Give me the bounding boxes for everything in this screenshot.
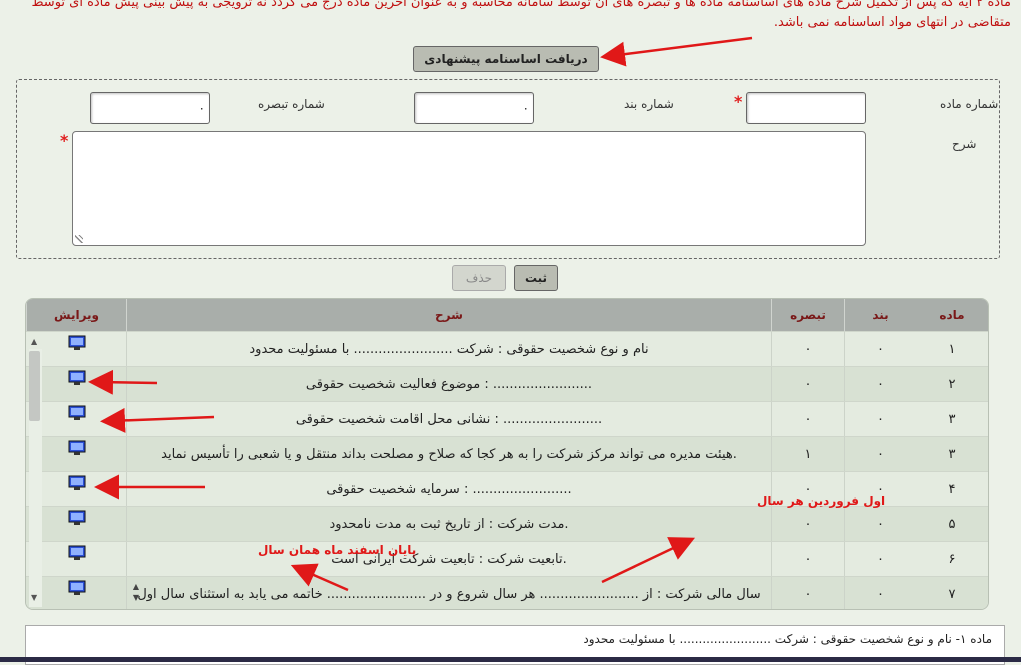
- row-note: ۰: [771, 332, 844, 367]
- column-header-article[interactable]: ماده: [916, 299, 988, 331]
- scroll-down-icon[interactable]: ▼: [31, 593, 37, 602]
- column-header-clause[interactable]: بند: [844, 299, 916, 331]
- edit-icon[interactable]: [68, 440, 86, 456]
- row-article: ۱: [948, 342, 956, 357]
- row-description: هیئت مدیره می تواند مرکز شرکت را به هر ک…: [161, 447, 737, 462]
- row-note: ۰: [771, 367, 844, 402]
- table-row[interactable]: نشانی محل اقامت شخصیت حقوقی : ..........…: [26, 401, 988, 437]
- row-description: نشانی محل اقامت شخصیت حقوقی : ..........…: [295, 412, 603, 427]
- row-clause: ۰: [844, 542, 916, 577]
- row-note: ۰: [771, 577, 844, 609]
- description-label: شرح: [952, 137, 977, 151]
- row-clause: ۰: [844, 402, 916, 437]
- clause-number-input[interactable]: ۰: [414, 92, 534, 124]
- table-row[interactable]: سال مالی شرکت : از .....................…: [26, 576, 988, 609]
- row-article: ۶: [948, 552, 956, 567]
- row-clause: ۰: [844, 332, 916, 367]
- row-description: نام و نوع شخصیت حقوقی : شرکت ...........…: [249, 342, 649, 357]
- required-mark: *: [60, 131, 69, 150]
- scroll-up-icon[interactable]: ▲: [31, 337, 37, 346]
- get-proposed-articles-button[interactable]: دریافت اساسنامه پیشنهادی: [413, 46, 599, 72]
- row-description: سال مالی شرکت : از .....................…: [137, 587, 761, 602]
- note-number-input[interactable]: ۰: [90, 92, 210, 124]
- edit-icon[interactable]: [68, 510, 86, 526]
- required-mark: *: [734, 92, 743, 111]
- row-clause: ۰: [844, 577, 916, 609]
- row-description: مدت شرکت : از تاریخ ثبت به مدت نامحدود.: [329, 517, 569, 532]
- row-article: ۳: [948, 447, 956, 462]
- edit-icon[interactable]: [68, 580, 86, 596]
- row-note: ۱: [771, 437, 844, 472]
- column-header-note[interactable]: تبصره: [771, 299, 844, 331]
- edit-icon[interactable]: [68, 545, 86, 561]
- row-article: ۲: [948, 377, 956, 392]
- row-description: سرمایه شخصیت حقوقی : ...................…: [326, 482, 572, 497]
- description-textarea[interactable]: [72, 131, 866, 246]
- row-article: ۷: [948, 587, 956, 602]
- edit-icon[interactable]: [68, 335, 86, 351]
- row-article: ۵: [948, 517, 956, 532]
- row-description: موضوع فعالیت شخصیت حقوقی : .............…: [305, 377, 593, 392]
- edit-icon[interactable]: [68, 475, 86, 491]
- row-article: ۴: [948, 482, 956, 497]
- column-header-description[interactable]: شرح: [126, 299, 771, 331]
- clause-number-label: شماره بند: [624, 97, 674, 111]
- row-clause: ۰: [844, 507, 916, 542]
- submit-button[interactable]: ثبت: [514, 265, 558, 291]
- row-note: ۰: [771, 402, 844, 437]
- table-row[interactable]: موضوع فعالیت شخصیت حقوقی : .............…: [26, 366, 988, 402]
- grid-header: ویرایش شرح تبصره بند ماده: [26, 299, 988, 331]
- instruction-notice: ماده ۲ آیه که پس از تکمیل شرح ماده های ا…: [11, 0, 1011, 40]
- row-spinner-icon[interactable]: ▲ ▼: [130, 581, 142, 605]
- column-header-edit[interactable]: ویرایش: [26, 299, 126, 331]
- table-row[interactable]: نام و نوع شخصیت حقوقی : شرکت ...........…: [26, 331, 988, 367]
- note-number-label: شماره تبصره: [258, 97, 325, 111]
- annotation-end-esfand: پایان اسفند ماه همان سال: [258, 543, 417, 557]
- row-clause: ۰: [844, 437, 916, 472]
- articles-grid: ویرایش شرح تبصره بند ماده نام و نوع شخصی…: [25, 298, 989, 610]
- arrow-icon: [600, 36, 753, 67]
- table-row[interactable]: هیئت مدیره می تواند مرکز شرکت را به هر ک…: [26, 436, 988, 472]
- article-preview-text: ماده ۱- نام و نوع شخصیت حقوقی : شرکت ...…: [583, 632, 992, 646]
- delete-button[interactable]: حذف: [452, 265, 506, 291]
- row-article: ۳: [948, 412, 956, 427]
- annotation-first-farvardin: اول فروردین هر سال: [757, 494, 886, 508]
- table-row[interactable]: مدت شرکت : از تاریخ ثبت به مدت نامحدود. …: [26, 506, 988, 542]
- resize-grip-icon[interactable]: [75, 235, 83, 243]
- row-note: ۰: [771, 507, 844, 542]
- notice-line-1: ماده ۲ آیه که پس از تکمیل شرح ماده های ا…: [31, 0, 1011, 10]
- row-clause: ۰: [844, 367, 916, 402]
- notice-line-2: متقاضی در انتهای مواد اساسنامه نمی باشد.: [773, 15, 1011, 30]
- article-number-label: شماره ماده: [940, 97, 999, 111]
- row-note: ۰: [771, 542, 844, 577]
- table-row[interactable]: تابعیت شرکت : تابعیت شرکت ایرانی است. ۰ …: [26, 541, 988, 577]
- article-number-input[interactable]: [746, 92, 866, 124]
- grid-scrollbar-thumb[interactable]: [29, 351, 40, 421]
- edit-icon[interactable]: [68, 405, 86, 421]
- os-taskbar: [0, 657, 1021, 662]
- edit-icon[interactable]: [68, 370, 86, 386]
